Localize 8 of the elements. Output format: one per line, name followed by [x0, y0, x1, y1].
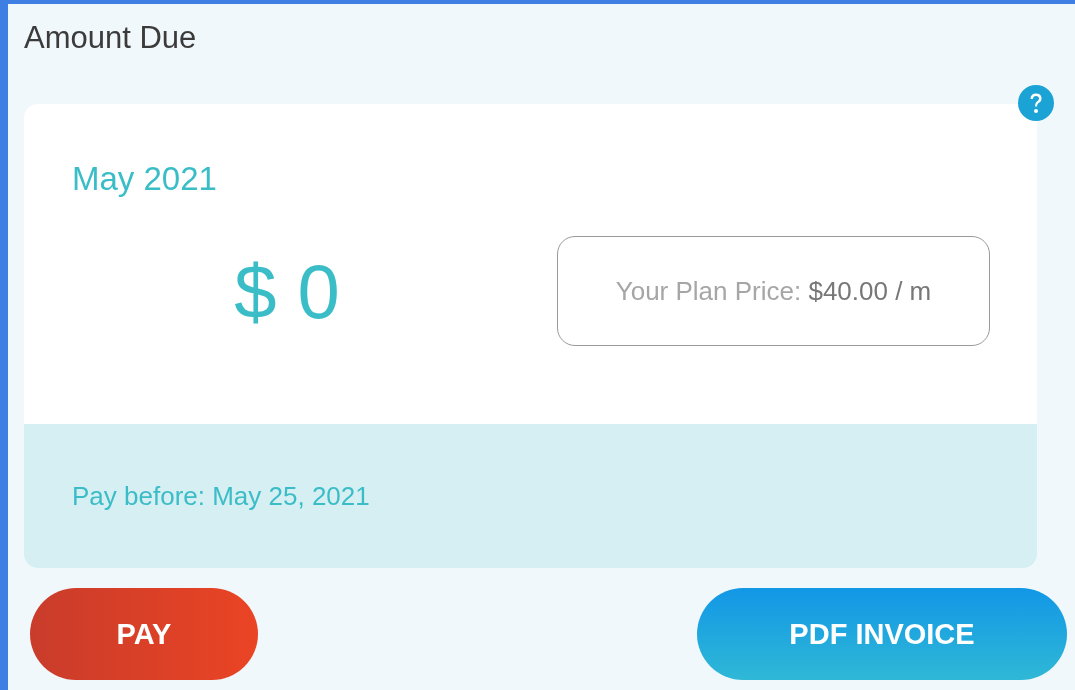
- due-date: Pay before: May 25, 2021: [72, 480, 370, 512]
- section-title: Amount Due: [24, 20, 198, 57]
- billing-month: May 2021: [72, 160, 218, 198]
- pay-button[interactable]: PAY: [30, 588, 258, 680]
- help-icon[interactable]: [1018, 85, 1054, 121]
- pdf-invoice-button[interactable]: PDF INVOICE: [697, 588, 1067, 680]
- plan-price: Your Plan Price: $40.00 / m: [615, 275, 932, 307]
- amount-due: $ 0: [233, 247, 341, 335]
